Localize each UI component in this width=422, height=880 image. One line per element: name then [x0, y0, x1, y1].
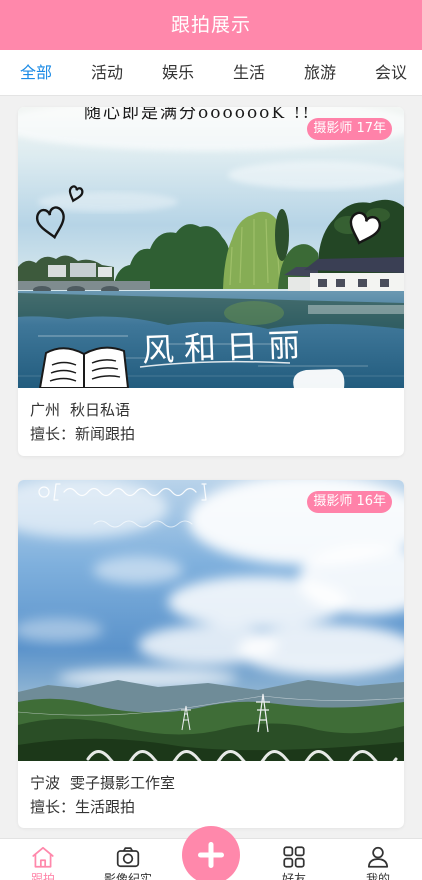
sky-mountain-photo [18, 480, 404, 761]
card-photo[interactable] [18, 480, 404, 761]
grid-icon [283, 846, 305, 868]
nav-label: 我的 [365, 872, 390, 880]
tab-travel[interactable]: 旅游 [290, 50, 350, 95]
book-doodle [38, 346, 130, 388]
nav-item-me[interactable]: 我的 [343, 839, 413, 880]
card-title: 广州 秋日私语 [30, 398, 390, 422]
experience-badge: 摄影师 17年 [307, 118, 392, 140]
user-icon [367, 846, 389, 868]
specialty-value: 生活跟拍 [75, 798, 136, 816]
photographer-card[interactable]: 摄影师 16年 宁波 雯子摄影工作室 擅长：生活跟拍 [18, 480, 404, 828]
nav-label-clip: 跟拍 [8, 872, 78, 880]
lake-photo: 随心即是满分ooooooK !! 风和日丽 [18, 107, 404, 388]
camera-icon [116, 847, 140, 868]
home-icon [32, 846, 54, 868]
card-info: 广州 秋日私语 擅长：新闻跟拍 [30, 398, 390, 446]
nav-label: 好友 [281, 872, 306, 880]
specialty-label: 擅长： [30, 798, 76, 816]
tab-life[interactable]: 生活 [219, 50, 279, 95]
nav-item-follow-shoot[interactable]: 跟拍 [8, 839, 78, 880]
category-tabs: 全部 活动 娱乐 生活 旅游 会议 [0, 50, 422, 96]
card-info: 宁波 雯子摄影工作室 擅长：生活跟拍 [30, 771, 390, 819]
card-photo[interactable]: 随心即是满分ooooooK !! 风和日丽 [18, 107, 404, 388]
tab-activity[interactable]: 活动 [77, 50, 137, 95]
card-studio-name: 秋日私语 [70, 401, 131, 419]
specialty-label: 擅长： [30, 425, 76, 443]
page-title: 跟拍展示 [0, 0, 422, 50]
specialty-value: 新闻跟拍 [75, 425, 136, 443]
experience-badge: 摄影师 16年 [307, 491, 392, 513]
card-specialty: 擅长：新闻跟拍 [30, 422, 390, 446]
tab-entertainment[interactable]: 娱乐 [148, 50, 208, 95]
card-city: 广州 [30, 401, 61, 419]
nav-label-clip: 我的 [343, 872, 413, 880]
card-city: 宁波 [30, 774, 61, 792]
photo-lettering-top: 随心即是满分ooooooK !! [84, 107, 311, 123]
speech-bubble-doodle [293, 369, 345, 388]
card-title: 宁波 雯子摄影工作室 [30, 771, 390, 795]
nav-item-friends[interactable]: 好友 [259, 839, 329, 880]
add-button[interactable] [181, 825, 241, 880]
card-studio-name: 雯子摄影工作室 [70, 774, 176, 792]
photographer-card[interactable]: 随心即是满分ooooooK !! 风和日丽 摄影师 17年 广州 秋日私语 擅长：… [18, 107, 404, 456]
nav-item-photo-documentary[interactable]: 影像纪实 [93, 839, 163, 880]
nav-label-clip: 影像纪实 [93, 872, 163, 880]
tab-meeting[interactable]: 会议 [361, 50, 421, 95]
card-specialty: 擅长：生活跟拍 [30, 795, 390, 819]
nav-label-clip: 好友 [259, 872, 329, 880]
nav-label: 跟拍 [30, 872, 55, 880]
tab-all[interactable]: 全部 [6, 50, 66, 95]
nav-label: 影像纪实 [103, 872, 152, 880]
